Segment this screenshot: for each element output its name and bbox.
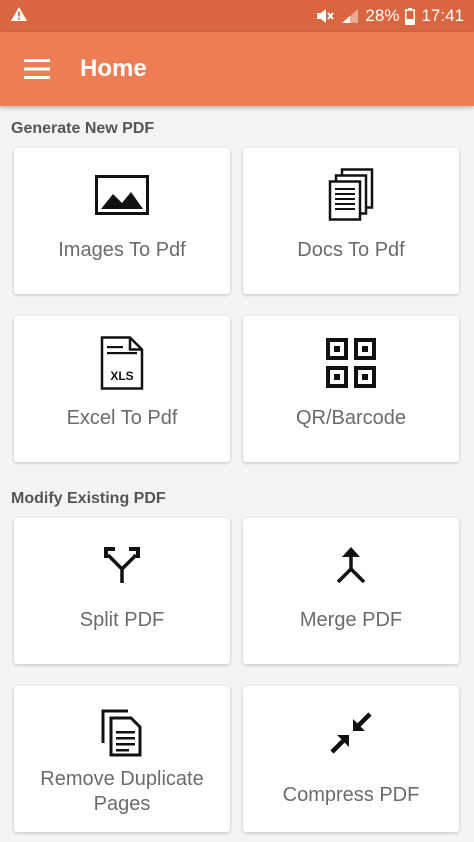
battery-icon [405, 7, 416, 25]
merge-icon [243, 538, 459, 592]
copy-pages-icon [14, 706, 230, 760]
card-label: QR/Barcode [295, 407, 407, 429]
docs-to-pdf-card[interactable]: Docs To Pdf [243, 148, 459, 294]
hamburger-menu-icon[interactable] [0, 32, 74, 106]
card-label: Merge PDF [299, 609, 403, 631]
documents-icon [243, 168, 459, 222]
section-title-modify: Modify Existing PDF [11, 490, 166, 507]
app-bar: Home [0, 32, 474, 106]
clock-time: 17:41 [421, 6, 464, 25]
compress-pdf-card[interactable]: Compress PDF [243, 686, 459, 832]
image-icon [14, 168, 230, 222]
qr-code-icon [243, 336, 459, 390]
images-to-pdf-card[interactable]: Images To Pdf [14, 148, 230, 294]
card-label: Split PDF [79, 609, 165, 631]
mute-icon [315, 8, 335, 24]
section-title-generate: Generate New PDF [11, 120, 155, 137]
status-bar: 28% 17:41 [0, 0, 474, 32]
card-label: Excel To Pdf [66, 407, 178, 429]
compress-icon [243, 706, 459, 760]
merge-pdf-card[interactable]: Merge PDF [243, 518, 459, 664]
remove-duplicate-pages-card[interactable]: Remove Duplicate Pages [14, 686, 230, 832]
xls-icon-text: XLS [110, 369, 133, 383]
card-label: Compress PDF [282, 784, 420, 806]
card-label: Remove Duplicate Pages [40, 768, 204, 815]
excel-to-pdf-card[interactable]: XLS Excel To Pdf [14, 316, 230, 462]
warning-icon [10, 6, 28, 27]
xls-file-icon: XLS [14, 336, 230, 390]
card-label: Images To Pdf [58, 239, 186, 261]
split-icon [14, 538, 230, 592]
qr-barcode-card[interactable]: QR/Barcode [243, 316, 459, 462]
split-pdf-card[interactable]: Split PDF [14, 518, 230, 664]
page-title: Home [80, 55, 147, 82]
card-label: Docs To Pdf [297, 239, 405, 261]
battery-percent: 28% [365, 6, 400, 25]
signal-icon [341, 8, 359, 24]
